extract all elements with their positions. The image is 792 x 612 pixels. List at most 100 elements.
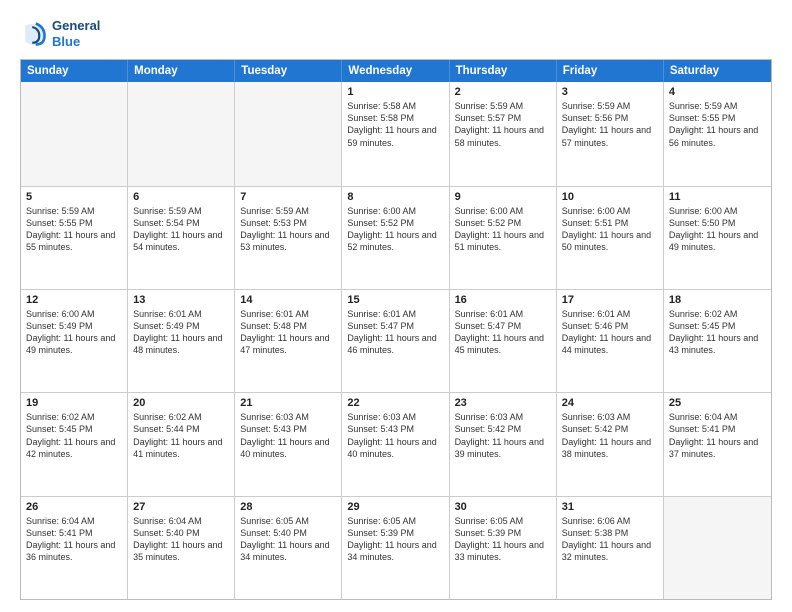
cell-info: Sunrise: 6:00 AMSunset: 5:49 PMDaylight:… [26,308,122,357]
cell-info: Sunrise: 6:01 AMSunset: 5:47 PMDaylight:… [347,308,443,357]
cell-info: Sunrise: 5:59 AMSunset: 5:54 PMDaylight:… [133,205,229,254]
calendar-cell: 22 Sunrise: 6:03 AMSunset: 5:43 PMDayligh… [342,393,449,495]
day-number: 8 [347,191,443,203]
cell-info: Sunrise: 6:00 AMSunset: 5:51 PMDaylight:… [562,205,658,254]
day-number: 28 [240,501,336,513]
cell-info: Sunrise: 6:00 AMSunset: 5:52 PMDaylight:… [455,205,551,254]
calendar-cell: 31Sunrise: 6:06 AMSunset: 5:38 PMDayligh… [557,497,664,599]
day-number: 26 [26,501,122,513]
calendar-cell: 3 Sunrise: 5:59 AMSunset: 5:56 PMDaylight… [557,82,664,185]
cell-info: Sunrise: 6:04 AMSunset: 5:41 PMDaylight:… [26,515,122,564]
cell-info: Sunrise: 5:59 AMSunset: 5:53 PMDaylight:… [240,205,336,254]
day-number: 25 [669,397,766,409]
day-number: 13 [133,294,229,306]
calendar-cell: 1 Sunrise: 5:58 AMSunset: 5:58 PMDaylight… [342,82,449,185]
cell-info: Sunrise: 6:03 AMSunset: 5:42 PMDaylight:… [562,411,658,460]
day-number: 24 [562,397,658,409]
cell-info: Sunrise: 6:03 AMSunset: 5:43 PMDaylight:… [240,411,336,460]
logo-text: General Blue [52,18,100,49]
calendar-cell: 6Sunrise: 5:59 AMSunset: 5:54 PMDaylight… [128,187,235,289]
calendar-header: SundayMondayTuesdayWednesdayThursdayFrid… [21,60,771,82]
day-number: 14 [240,294,336,306]
day-number: 21 [240,397,336,409]
cell-info: Sunrise: 6:05 AMSunset: 5:39 PMDaylight:… [455,515,551,564]
cell-info: Sunrise: 5:59 AMSunset: 5:55 PMDaylight:… [669,100,766,149]
cell-info: Sunrise: 6:00 AMSunset: 5:52 PMDaylight:… [347,205,443,254]
calendar-cell: 18Sunrise: 6:02 AMSunset: 5:45 PMDayligh… [664,290,771,392]
day-number: 2 [455,86,551,98]
cell-info: Sunrise: 6:01 AMSunset: 5:49 PMDaylight:… [133,308,229,357]
header-cell-thursday: Thursday [450,60,557,82]
calendar-row-0: 1 Sunrise: 5:58 AMSunset: 5:58 PMDaylight… [21,82,771,185]
calendar-cell [235,82,342,185]
cell-info: Sunrise: 5:59 AMSunset: 5:57 PMDaylight:… [455,100,551,149]
header: General Blue [20,18,772,49]
cell-info: Sunrise: 5:59 AMSunset: 5:56 PMDaylight:… [562,100,658,149]
day-number: 1 [347,86,443,98]
day-number: 11 [669,191,766,203]
header-cell-tuesday: Tuesday [235,60,342,82]
header-cell-friday: Friday [557,60,664,82]
day-number: 16 [455,294,551,306]
calendar-cell: 29Sunrise: 6:05 AMSunset: 5:39 PMDayligh… [342,497,449,599]
calendar-cell: 15 Sunrise: 6:01 AMSunset: 5:47 PMDayligh… [342,290,449,392]
calendar-cell [128,82,235,185]
calendar-cell: 25 Sunrise: 6:04 AMSunset: 5:41 PMDayligh… [664,393,771,495]
calendar-cell: 7 Sunrise: 5:59 AMSunset: 5:53 PMDaylight… [235,187,342,289]
cell-info: Sunrise: 6:01 AMSunset: 5:46 PMDaylight:… [562,308,658,357]
cell-info: Sunrise: 5:58 AMSunset: 5:58 PMDaylight:… [347,100,443,149]
calendar-cell: 4 Sunrise: 5:59 AMSunset: 5:55 PMDaylight… [664,82,771,185]
header-cell-monday: Monday [128,60,235,82]
calendar-cell: 5Sunrise: 5:59 AMSunset: 5:55 PMDaylight… [21,187,128,289]
calendar-cell: 28 Sunrise: 6:05 AMSunset: 5:40 PMDayligh… [235,497,342,599]
day-number: 9 [455,191,551,203]
day-number: 7 [240,191,336,203]
calendar-cell: 20Sunrise: 6:02 AMSunset: 5:44 PMDayligh… [128,393,235,495]
cell-info: Sunrise: 6:02 AMSunset: 5:45 PMDaylight:… [669,308,766,357]
cell-info: Sunrise: 6:00 AMSunset: 5:50 PMDaylight:… [669,205,766,254]
calendar-cell: 30 Sunrise: 6:05 AMSunset: 5:39 PMDayligh… [450,497,557,599]
calendar-cell: 19 Sunrise: 6:02 AMSunset: 5:45 PMDayligh… [21,393,128,495]
calendar-cell: 8 Sunrise: 6:00 AMSunset: 5:52 PMDaylight… [342,187,449,289]
calendar-cell: 26 Sunrise: 6:04 AMSunset: 5:41 PMDayligh… [21,497,128,599]
calendar-cell: 23Sunrise: 6:03 AMSunset: 5:42 PMDayligh… [450,393,557,495]
day-number: 5 [26,191,122,203]
calendar-row-4: 26 Sunrise: 6:04 AMSunset: 5:41 PMDayligh… [21,496,771,599]
calendar-cell: 12 Sunrise: 6:00 AMSunset: 5:49 PMDayligh… [21,290,128,392]
calendar-cell: 17Sunrise: 6:01 AMSunset: 5:46 PMDayligh… [557,290,664,392]
header-cell-wednesday: Wednesday [342,60,449,82]
calendar-row-3: 19 Sunrise: 6:02 AMSunset: 5:45 PMDayligh… [21,392,771,495]
day-number: 27 [133,501,229,513]
page: General Blue SundayMondayTuesdayWednesda… [0,0,792,612]
day-number: 19 [26,397,122,409]
cell-info: Sunrise: 6:05 AMSunset: 5:40 PMDaylight:… [240,515,336,564]
cell-info: Sunrise: 6:02 AMSunset: 5:45 PMDaylight:… [26,411,122,460]
calendar-cell [21,82,128,185]
calendar-cell: 11 Sunrise: 6:00 AMSunset: 5:50 PMDayligh… [664,187,771,289]
header-cell-sunday: Sunday [21,60,128,82]
calendar-body: 1 Sunrise: 5:58 AMSunset: 5:58 PMDaylight… [21,82,771,599]
cell-info: Sunrise: 6:03 AMSunset: 5:43 PMDaylight:… [347,411,443,460]
calendar-cell [664,497,771,599]
cell-info: Sunrise: 6:01 AMSunset: 5:48 PMDaylight:… [240,308,336,357]
calendar-cell: 2 Sunrise: 5:59 AMSunset: 5:57 PMDaylight… [450,82,557,185]
cell-info: Sunrise: 6:04 AMSunset: 5:40 PMDaylight:… [133,515,229,564]
calendar-cell: 24 Sunrise: 6:03 AMSunset: 5:42 PMDayligh… [557,393,664,495]
day-number: 12 [26,294,122,306]
day-number: 4 [669,86,766,98]
cell-info: Sunrise: 6:06 AMSunset: 5:38 PMDaylight:… [562,515,658,564]
header-cell-saturday: Saturday [664,60,771,82]
day-number: 22 [347,397,443,409]
cell-info: Sunrise: 6:04 AMSunset: 5:41 PMDaylight:… [669,411,766,460]
day-number: 15 [347,294,443,306]
calendar-cell: 9 Sunrise: 6:00 AMSunset: 5:52 PMDaylight… [450,187,557,289]
calendar-cell: 16Sunrise: 6:01 AMSunset: 5:47 PMDayligh… [450,290,557,392]
calendar-cell: 21 Sunrise: 6:03 AMSunset: 5:43 PMDayligh… [235,393,342,495]
day-number: 29 [347,501,443,513]
day-number: 3 [562,86,658,98]
calendar-cell: 14 Sunrise: 6:01 AMSunset: 5:48 PMDayligh… [235,290,342,392]
day-number: 30 [455,501,551,513]
cell-info: Sunrise: 6:02 AMSunset: 5:44 PMDaylight:… [133,411,229,460]
calendar-cell: 13 Sunrise: 6:01 AMSunset: 5:49 PMDayligh… [128,290,235,392]
day-number: 23 [455,397,551,409]
